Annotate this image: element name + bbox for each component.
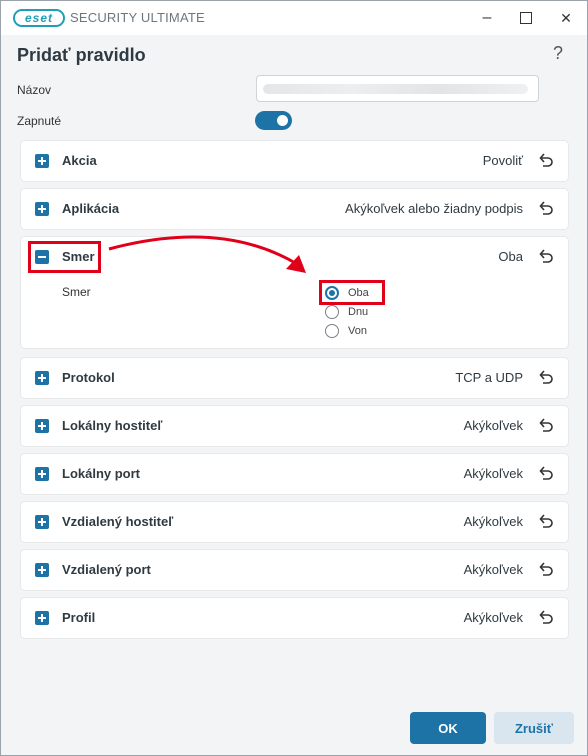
section-value: Povoliť [482,153,523,168]
undo-icon[interactable] [538,609,554,625]
section-value: Akýkoľvek [463,466,523,481]
minus-icon[interactable] [35,250,49,264]
section-value: Akýkoľvek [463,418,523,433]
close-button[interactable]: ✕ [546,1,586,35]
section-title: Vzdialený port [62,562,151,577]
ok-button[interactable]: OK [410,712,486,744]
section-value: Akýkoľvek alebo žiadny podpis [345,201,523,216]
name-input[interactable] [256,75,539,102]
dialog-window: eset SECURITY ULTIMATE – ✕ Pridať pravid… [0,0,588,756]
section-value: Akýkoľvek [463,562,523,577]
undo-icon[interactable] [538,513,554,529]
cancel-button[interactable]: Zrušiť [494,712,574,744]
section-title: Protokol [62,370,115,385]
section-title: Vzdialený hostiteľ [62,514,174,529]
app-title: SECURITY ULTIMATE [70,10,205,25]
close-icon: ✕ [560,9,572,26]
radio-label: Von [348,325,367,337]
minimize-button[interactable]: – [467,1,507,35]
section-title: Smer [62,249,95,264]
section-value: Oba [498,249,523,264]
undo-icon[interactable] [538,152,554,168]
maximize-button[interactable] [506,1,546,35]
undo-icon[interactable] [538,561,554,577]
radio-option-both[interactable]: Oba [325,285,369,301]
section-protocol[interactable]: Protokol TCP a UDP [21,358,568,398]
section-profile[interactable]: Profil Akýkoľvek [21,598,568,638]
blurred-name-value [263,84,528,94]
section-value: TCP a UDP [455,370,523,385]
radio-button[interactable] [325,286,339,300]
plus-icon[interactable] [35,154,49,168]
section-value: Akýkoľvek [463,514,523,529]
plus-icon[interactable] [35,515,49,529]
section-title: Akcia [62,153,97,168]
section-application[interactable]: Aplikácia Akýkoľvek alebo žiadny podpis [21,189,568,229]
plus-icon[interactable] [35,202,49,216]
plus-icon[interactable] [35,371,49,385]
minimize-icon: – [482,9,492,26]
plus-icon[interactable] [35,419,49,433]
undo-icon[interactable] [538,465,554,481]
section-direction: Smer Oba Smer Oba Dnu Von [21,237,568,348]
title-bar: eset SECURITY ULTIMATE – ✕ [1,1,587,35]
section-value: Akýkoľvek [463,610,523,625]
section-title: Profil [62,610,96,625]
radio-option-in[interactable]: Dnu [325,304,368,320]
section-action[interactable]: Akcia Povoliť [21,141,568,181]
enabled-toggle[interactable] [255,111,292,130]
name-label: Názov [17,83,52,97]
eset-logo: eset [13,9,65,27]
undo-icon[interactable] [538,417,554,433]
radio-button[interactable] [325,305,339,319]
undo-icon[interactable] [538,248,554,264]
direction-field-label: Smer [62,285,91,299]
section-local-port[interactable]: Lokálny port Akýkoľvek [21,454,568,494]
dialog-title: Pridať pravidlo [17,45,146,65]
radio-label: Dnu [348,306,369,318]
undo-icon[interactable] [538,200,554,216]
help-icon[interactable]: ? [553,43,563,64]
section-remote-host[interactable]: Vzdialený hostiteľ Akýkoľvek [21,502,568,542]
section-title: Aplikácia [62,201,120,216]
toggle-knob [277,115,288,126]
plus-icon[interactable] [35,611,49,625]
section-title: Lokálny hostiteľ [62,418,163,433]
undo-icon[interactable] [538,369,554,385]
radio-button[interactable] [325,324,339,338]
maximize-icon [520,12,532,24]
radio-label: Oba [348,287,369,299]
section-remote-port[interactable]: Vzdialený port Akýkoľvek [21,550,568,590]
enabled-label: Zapnuté [17,114,62,128]
plus-icon[interactable] [35,467,49,481]
section-title: Lokálny port [62,466,141,481]
plus-icon[interactable] [35,563,49,577]
section-local-host[interactable]: Lokálny hostiteľ Akýkoľvek [21,406,568,446]
radio-option-out[interactable]: Von [325,323,367,339]
